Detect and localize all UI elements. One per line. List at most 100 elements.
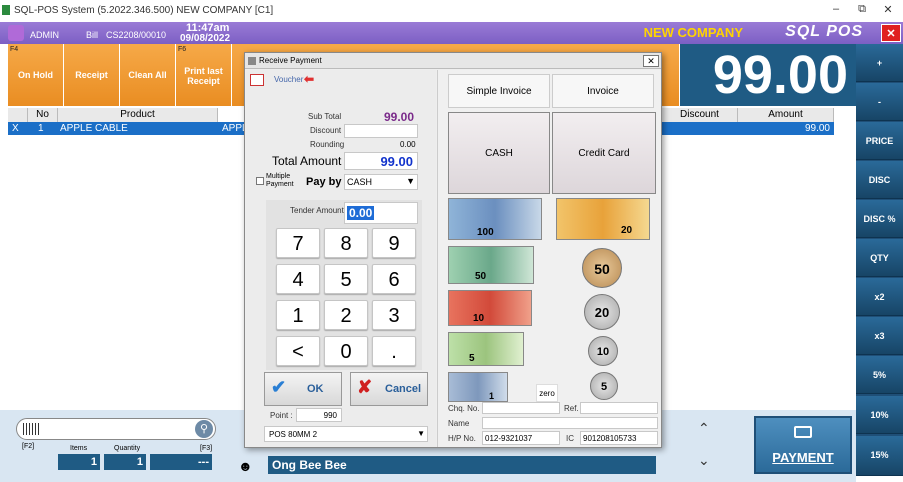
rounding-label: Rounding — [310, 140, 345, 149]
key-8[interactable]: 8 — [324, 228, 368, 258]
maximize-button[interactable]: ⧉ — [852, 3, 872, 19]
coin-10[interactable]: 10 — [588, 336, 618, 366]
left-pane: Voucher ⬅ Sub Total 99.00 Discount Round… — [246, 70, 436, 447]
col-discount: Discount — [662, 108, 738, 122]
keypad-panel: Tender Amount 0.00 7 8 9 4 5 6 1 2 3 < 0… — [266, 200, 422, 370]
x3-button[interactable]: x3 — [856, 317, 903, 355]
point-value: 990 — [296, 408, 342, 422]
close-window-button[interactable]: ✕ — [878, 3, 898, 19]
discount-label: Discount — [310, 126, 342, 135]
clean-all-button[interactable]: Clean All — [120, 44, 176, 106]
row-product: APPLE CABLE — [60, 123, 128, 134]
cancel-button[interactable]: ✘ Cancel — [350, 372, 428, 406]
arrow-pointer-icon: ⬅ — [304, 72, 315, 86]
name-input[interactable] — [482, 417, 658, 429]
discount-field[interactable] — [344, 124, 418, 138]
tab-invoice[interactable]: Invoice — [552, 74, 654, 108]
user-name: ADMIN — [30, 30, 59, 40]
items-label: Items — [70, 445, 88, 452]
on-hold-button[interactable]: F4 On Hold — [8, 44, 64, 106]
button-label: On Hold — [18, 70, 53, 80]
key-9[interactable]: 9 — [372, 228, 416, 258]
dialog-close-button[interactable]: ✕ — [643, 55, 659, 67]
pay-by-value: CASH — [347, 177, 373, 187]
ref-label: Ref. — [564, 404, 579, 413]
note-label: 10 — [473, 313, 485, 324]
print-last-receipt-button[interactable]: F6 Print last Receipt — [176, 44, 232, 106]
key-dot[interactable]: . — [372, 336, 416, 366]
credit-card-method-button[interactable]: Credit Card — [552, 112, 656, 194]
company-name: NEW COMPANY — [643, 25, 743, 40]
zero-button[interactable]: zero — [536, 384, 558, 402]
price-button[interactable]: PRICE — [856, 122, 903, 160]
key-7[interactable]: 7 — [276, 228, 320, 258]
chevron-up-icon[interactable]: ⌃ — [698, 420, 710, 437]
tab-simple-invoice[interactable]: Simple Invoice — [448, 74, 550, 108]
note-1[interactable]: 1 — [448, 372, 508, 402]
key-2[interactable]: 2 — [324, 300, 368, 330]
app-icon — [2, 5, 10, 15]
f3-value: --- — [150, 454, 212, 470]
row-amount: 99.00 — [804, 123, 830, 134]
cancel-x-icon: ✘ — [357, 377, 373, 397]
key-5[interactable]: 5 — [324, 264, 368, 294]
note-label: 50 — [475, 271, 487, 282]
qty-button[interactable]: QTY — [856, 239, 903, 277]
ic-input[interactable]: 901208105733 — [580, 431, 658, 445]
ok-button[interactable]: ✔ OK — [264, 372, 342, 406]
ten-percent-button[interactable]: 10% — [856, 396, 903, 434]
note-10[interactable]: 10 — [448, 290, 532, 326]
subtotal-label: Sub Total — [308, 112, 342, 121]
note-50[interactable]: 50 — [448, 246, 534, 284]
window-title: SQL-POS System (5.2022.346.500) NEW COMP… — [14, 5, 274, 16]
fifteen-percent-button[interactable]: 15% — [856, 436, 903, 476]
chq-input[interactable] — [482, 402, 560, 414]
check-icon: ✔ — [271, 377, 287, 397]
barcode-icon — [23, 423, 39, 435]
printer-value: POS 80MM 2 — [269, 430, 318, 439]
customer-icon[interactable]: ☻ — [238, 458, 253, 474]
key-6[interactable]: 6 — [372, 264, 416, 294]
multiple-payment-checkbox[interactable] — [256, 177, 264, 185]
cash-method-button[interactable]: CASH — [448, 112, 550, 194]
coin-50[interactable]: 50 — [582, 248, 622, 288]
disc-percent-button[interactable]: DISC % — [856, 200, 903, 238]
disc-button[interactable]: DISC — [856, 161, 903, 199]
note-20[interactable]: 20 — [556, 198, 650, 240]
customer-name[interactable]: Ong Bee Bee — [268, 456, 656, 474]
note-label: 5 — [469, 353, 475, 364]
key-4[interactable]: 4 — [276, 264, 320, 294]
key-backspace[interactable]: < — [276, 336, 320, 366]
chevron-down-icon: ▼ — [417, 429, 425, 438]
voucher-icon — [250, 74, 264, 86]
key-3[interactable]: 3 — [372, 300, 416, 330]
close-app-button[interactable]: ✕ — [881, 24, 901, 42]
window-titlebar: SQL-POS System (5.2022.346.500) NEW COMP… — [0, 0, 903, 22]
note-100[interactable]: 100 — [448, 198, 542, 240]
hp-input[interactable]: 012-9321037 — [482, 431, 560, 445]
coin-5[interactable]: 5 — [590, 372, 618, 400]
five-percent-button[interactable]: 5% — [856, 356, 903, 394]
pay-by-select[interactable]: CASH ▼ — [344, 174, 418, 190]
chevron-down-icon[interactable]: ⌄ — [698, 452, 710, 469]
receipt-button[interactable]: Receipt — [64, 44, 120, 106]
x2-button[interactable]: x2 — [856, 278, 903, 316]
shortcut-key: F6 — [178, 46, 187, 53]
barcode-input[interactable]: ⚲ — [16, 418, 216, 440]
plus-button[interactable]: + — [856, 44, 903, 82]
voucher-button[interactable]: Voucher ⬅ — [250, 72, 315, 88]
col-sel — [8, 108, 28, 122]
dialog-icon — [248, 57, 256, 65]
search-icon[interactable]: ⚲ — [195, 420, 213, 438]
payment-button[interactable]: PAYMENT — [754, 416, 852, 474]
printer-select[interactable]: POS 80MM 2 ▼ — [264, 426, 428, 442]
key-0[interactable]: 0 — [324, 336, 368, 366]
ref-input[interactable] — [580, 402, 658, 414]
minimize-button[interactable]: – — [826, 3, 846, 19]
tender-amount-input[interactable]: 0.00 — [344, 202, 418, 224]
coin-20[interactable]: 20 — [584, 294, 620, 330]
note-5[interactable]: 5 — [448, 332, 524, 366]
items-count: 1 — [58, 454, 100, 470]
key-1[interactable]: 1 — [276, 300, 320, 330]
minus-button[interactable]: - — [856, 83, 903, 121]
